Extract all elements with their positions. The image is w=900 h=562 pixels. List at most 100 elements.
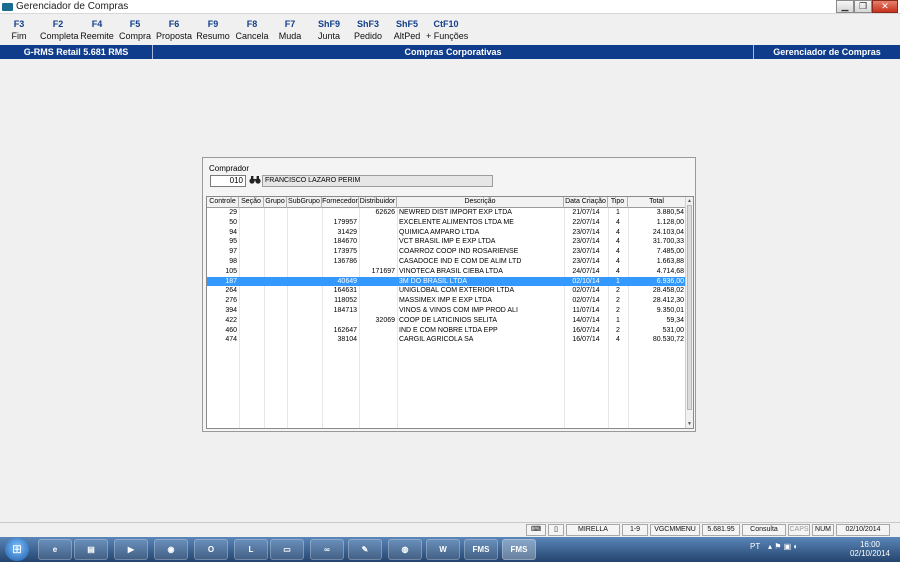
table-cell xyxy=(287,267,322,277)
table-row[interactable]: 50 179957 EXCELENTE ALIMENTOS LTDA ME 22/07… xyxy=(207,218,686,228)
media-player-icon[interactable]: ▶ xyxy=(114,539,148,560)
maximize-button[interactable]: ❐ xyxy=(854,0,872,13)
fkey-reemite-button[interactable]: F4 Reemite xyxy=(80,18,114,42)
table-cell: 22/07/14 xyxy=(572,218,600,226)
column-header-subgrupo[interactable]: SubGrupo xyxy=(287,197,322,208)
windows-taskbar: ⊞ e ▤ ▶ ◉ O L ▭ ∞ ✎ ◍ W FMS FMS PT ▴ ⚑ ▣… xyxy=(0,537,900,562)
column-header-distribuidor[interactable]: Distribuidor xyxy=(359,197,397,208)
table-cell xyxy=(359,277,397,287)
table-cell xyxy=(239,335,264,345)
table-row[interactable]: 95 184670 VCT BRASIL IMP E EXP LTDA 23/07/1… xyxy=(207,237,686,247)
column-header-controle[interactable]: Controle xyxy=(207,197,239,208)
fkey-resumo-button[interactable]: F9 Resumo xyxy=(196,18,230,42)
table-row[interactable]: 422 32069 COOP DE LATICINIOS SELITA 14/07/1… xyxy=(207,316,686,326)
table-cell: 105 xyxy=(225,267,237,275)
table-cell xyxy=(322,316,359,326)
start-button[interactable]: ⊞ xyxy=(5,538,29,561)
table-cell: 3.880,54 xyxy=(656,209,684,216)
fkey-fim-button[interactable]: F3 Fim xyxy=(6,18,32,42)
folder-icon[interactable]: ▭ xyxy=(270,539,304,560)
fkey-junta-button[interactable]: ShF9 Junta xyxy=(313,18,345,42)
fkey-altped-button[interactable]: ShF5 AltPed xyxy=(391,18,423,42)
table-cell xyxy=(264,237,287,247)
status-user: MIRELLA xyxy=(566,524,620,536)
fkey-completa-button[interactable]: F2 Completa xyxy=(40,18,79,42)
network-app-icon[interactable]: ∞ xyxy=(310,539,344,560)
tray-icons[interactable]: ▴ ⚑ ▣ ◐ xyxy=(768,542,798,551)
table-cell: 23/07/14 xyxy=(572,257,600,265)
vertical-scrollbar[interactable]: ▲ ▼ xyxy=(685,197,693,428)
table-cell: 02/07/14 xyxy=(572,297,600,305)
table-row[interactable]: 105 171697 VINOTECA BRASIL CIEBA LTDA 24/07… xyxy=(207,267,686,277)
scroll-down-arrow-icon[interactable]: ▼ xyxy=(686,420,693,428)
close-button[interactable]: ✕ xyxy=(872,0,898,13)
table-cell: 118052 xyxy=(334,297,357,305)
column-header-descricao[interactable]: Descrição xyxy=(397,197,564,208)
table-cell xyxy=(287,326,322,336)
fkey-compra-button[interactable]: F5 Compra xyxy=(118,18,152,42)
table-cell: 50 xyxy=(229,218,237,226)
table-cell: 38104 xyxy=(337,336,357,344)
column-header-secao[interactable]: Seção xyxy=(239,197,264,208)
fkey-proposta-button[interactable]: F6 Proposta xyxy=(156,18,192,42)
column-header-fornecedor[interactable]: Fornecedor xyxy=(322,197,359,208)
table-cell: 80.530,72 xyxy=(652,336,684,344)
column-header-total[interactable]: Total xyxy=(628,197,686,208)
table-cell: 94 xyxy=(229,228,237,236)
table-cell xyxy=(322,267,359,277)
paint-icon[interactable]: ✎ xyxy=(348,539,382,560)
internet-explorer-icon[interactable]: e xyxy=(38,539,72,560)
status-mode: Consulta xyxy=(742,524,786,536)
table-row[interactable]: 264 164631 UNIGLOBAL COM EXTERIOR LTDA 02/0… xyxy=(207,286,686,296)
table-cell xyxy=(287,286,322,296)
word-icon[interactable]: W xyxy=(426,539,460,560)
status-caps: CAPS xyxy=(788,524,810,536)
table-cell: 02/10/14 xyxy=(572,277,600,285)
table-cell: 184713 xyxy=(333,306,357,314)
table-cell: EXCELENTE ALIMENTOS LTDA ME xyxy=(399,218,514,226)
fms-app-button-active[interactable]: FMS xyxy=(502,539,536,560)
column-header-data-criacao[interactable]: Data Criação xyxy=(564,197,608,208)
table-row[interactable]: 474 38104 CARGIL AGRICOLA SA 16/07/14 4 80.53… xyxy=(207,335,686,345)
column-header-tipo[interactable]: Tipo xyxy=(608,197,628,208)
table-row[interactable]: 97 173975 COARROZ COOP IND ROSARIENSE 23/07… xyxy=(207,247,686,257)
minimize-button[interactable]: ▁ xyxy=(836,0,854,13)
comprador-code-field[interactable]: 010 xyxy=(210,175,246,187)
fms-app-button[interactable]: FMS xyxy=(464,539,498,560)
table-cell xyxy=(287,296,322,306)
lync-icon[interactable]: L xyxy=(234,539,268,560)
column-header-grupo[interactable]: Grupo xyxy=(264,197,287,208)
table-row[interactable]: 394 184713 VINOS & VINOS COM IMP PROD ALI 1… xyxy=(207,306,686,316)
fkey-muda-button[interactable]: F7 Muda xyxy=(275,18,305,42)
table-cell: 171697 xyxy=(371,267,395,275)
table-cell xyxy=(239,257,264,267)
file-explorer-icon[interactable]: ▤ xyxy=(74,539,108,560)
fkey-mais-funcoes-button[interactable]: CtF10 + Funções xyxy=(426,18,468,42)
table-row[interactable]: 187 40649 3M DO BRASIL LTDA 02/10/14 1 6.936,… xyxy=(207,276,686,287)
status-version: 5.681.95 xyxy=(702,524,740,536)
globe-app-icon[interactable]: ◍ xyxy=(388,539,422,560)
fkey-pedido-button[interactable]: ShF3 Pedido xyxy=(351,18,385,42)
outlook-icon[interactable]: O xyxy=(194,539,228,560)
table-cell: 2 xyxy=(616,306,620,314)
table-row[interactable]: 94 31429 QUIMICA AMPARO LTDA 23/07/14 4 24.10… xyxy=(207,228,686,238)
table-row[interactable]: 98 136786 CASADOCE IND E COM DE ALIM LTD 23… xyxy=(207,257,686,267)
table-row[interactable]: 460 162647 IND E COM NOBRE LTDA EPP 16/07/1… xyxy=(207,326,686,336)
table-row[interactable]: 276 118052 MASSIMEX IMP E EXP LTDA 02/07/14… xyxy=(207,296,686,306)
chrome-icon[interactable]: ◉ xyxy=(154,539,188,560)
table-cell: 1.128,00 xyxy=(656,218,684,226)
table-row[interactable]: 29 62626 NEWRED DIST IMPORT EXP LTDA 21/07/… xyxy=(207,208,686,218)
table-cell: 1 xyxy=(616,209,620,216)
comprador-name-field: FRANCISCO LAZARO PERIM xyxy=(262,175,493,187)
table-cell: 2 xyxy=(616,297,620,305)
table-cell: MASSIMEX IMP E EXP LTDA xyxy=(399,297,492,305)
language-indicator[interactable]: PT xyxy=(750,542,760,551)
scroll-up-arrow-icon[interactable]: ▲ xyxy=(686,197,693,205)
table-cell: 179957 xyxy=(333,218,357,226)
table-cell xyxy=(239,208,264,218)
taskbar-clock[interactable]: 16:00 02/10/2014 xyxy=(846,540,894,558)
scrollbar-thumb[interactable] xyxy=(687,205,692,410)
fkey-cancela-button[interactable]: F8 Cancela xyxy=(235,18,269,42)
table-cell: 23/07/14 xyxy=(572,238,600,246)
binoculars-search-icon[interactable] xyxy=(248,175,262,187)
